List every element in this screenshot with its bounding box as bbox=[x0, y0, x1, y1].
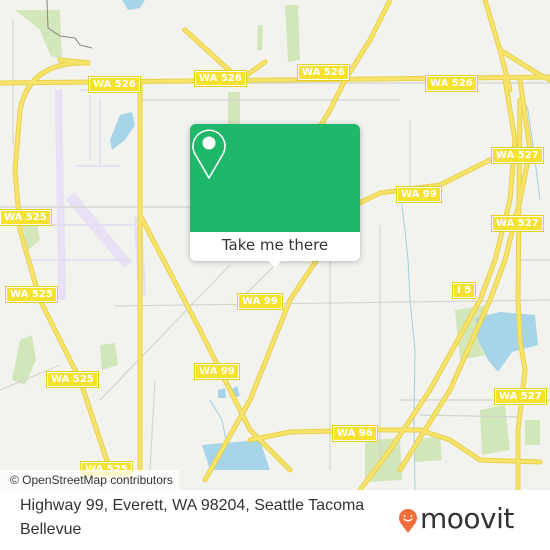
moovit-pin-icon bbox=[399, 509, 417, 533]
route-shield: WA 526 bbox=[194, 70, 247, 87]
route-shield: WA 527 bbox=[491, 215, 544, 232]
route-shield: WA 99 bbox=[237, 293, 283, 310]
route-shield: WA 526 bbox=[425, 75, 478, 92]
route-shield: WA 525 bbox=[0, 209, 52, 226]
address-text: Highway 99, Everett, WA 98204, Seattle T… bbox=[20, 497, 365, 538]
popup-header bbox=[190, 124, 360, 232]
map-canvas[interactable]: WA 526 WA 526 WA 526 WA 526 WA 527 WA 99… bbox=[0, 0, 550, 490]
route-shield: WA 526 bbox=[88, 76, 141, 93]
route-shield: WA 96 bbox=[332, 425, 378, 442]
route-shield: WA 527 bbox=[491, 147, 544, 164]
route-shield: WA 99 bbox=[396, 186, 442, 203]
map-attribution[interactable]: © OpenStreetMap contributors bbox=[0, 470, 179, 490]
take-me-there-button[interactable]: Take me there bbox=[190, 232, 360, 261]
footer: Highway 99, Everett, WA 98204, Seattle T… bbox=[0, 490, 550, 550]
route-shield: WA 527 bbox=[494, 388, 547, 405]
route-shield: WA 525 bbox=[5, 286, 58, 303]
location-popup: Take me there bbox=[190, 124, 360, 268]
route-shield: WA 526 bbox=[297, 64, 350, 81]
moovit-wordmark: moovit bbox=[420, 502, 514, 535]
route-shield: WA 99 bbox=[194, 363, 240, 380]
route-shield: WA 525 bbox=[46, 371, 99, 388]
route-shield: I 5 bbox=[451, 282, 477, 299]
map-pin-icon bbox=[192, 129, 226, 179]
popup-pointer bbox=[268, 260, 282, 268]
